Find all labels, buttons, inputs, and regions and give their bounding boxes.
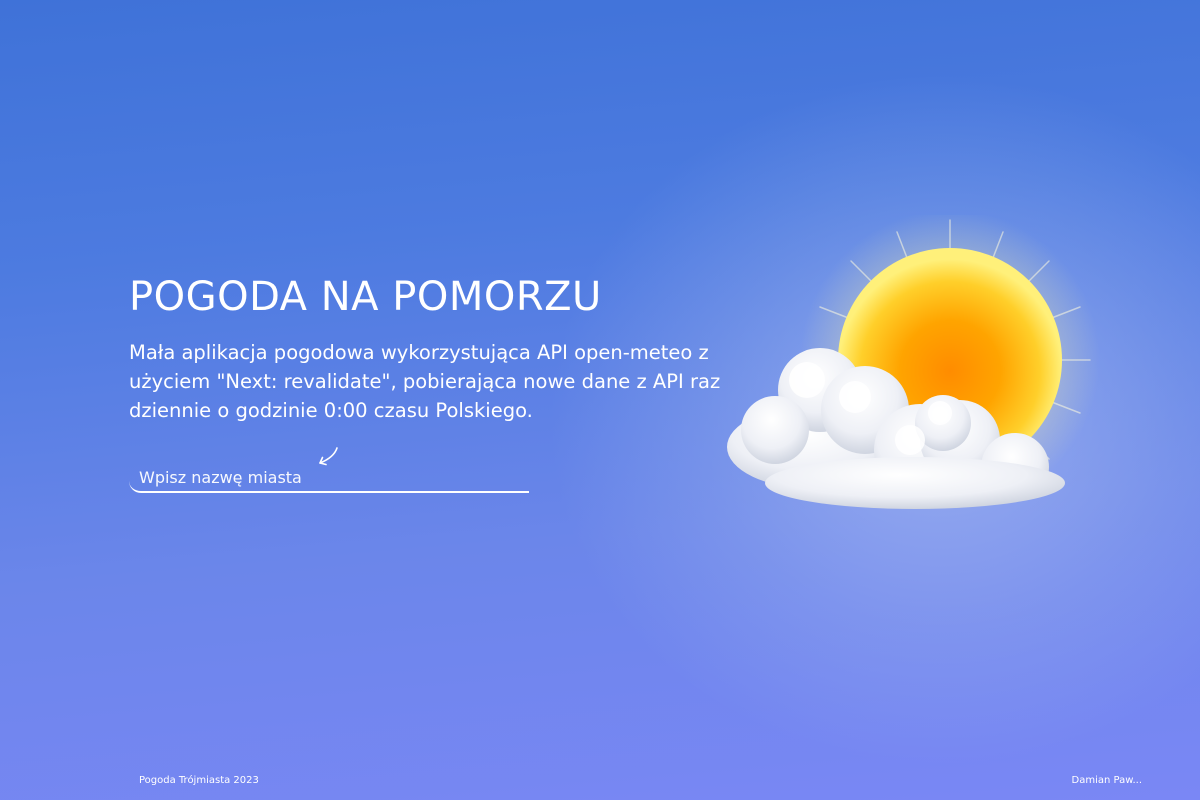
page-title: POGODA NA POMORZU xyxy=(129,274,602,320)
footer-author: Damian Paw... xyxy=(1071,775,1143,786)
hero-section: POGODA NA POMORZU Mała aplikacja pogodow… xyxy=(129,268,729,499)
curved-arrow-icon xyxy=(319,447,338,466)
app-description: Mała aplikacja pogodowa wykorzystująca A… xyxy=(129,341,721,422)
city-search xyxy=(129,447,529,499)
footer-copyright: Pogoda Trójmiasta 2023 xyxy=(139,775,259,786)
sun-behind-cloud-icon xyxy=(727,215,1100,510)
